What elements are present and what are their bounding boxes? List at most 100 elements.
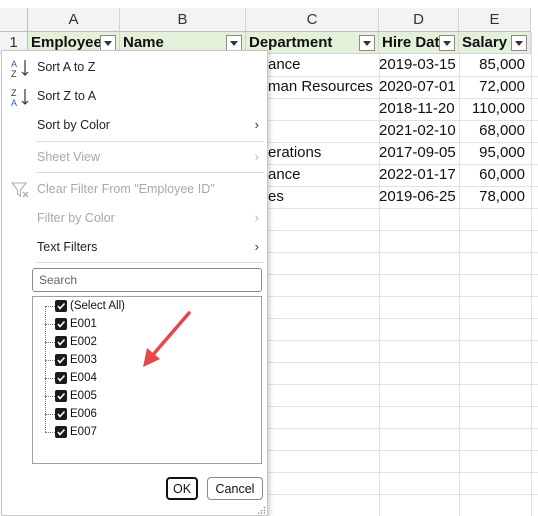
list-item-label: E002 [70,336,97,348]
tree-line [45,324,55,325]
list-item-label: (Select All) [70,300,125,312]
cell-hire-date[interactable]: 2021-02-10 [379,120,459,142]
list-item-label: E001 [70,318,97,330]
checkbox-checked[interactable] [55,318,67,330]
check-icon [57,338,66,346]
sort-z-to-a-item[interactable]: Z A Sort Z to A [2,82,267,110]
tree-line [45,360,55,361]
check-icon [57,428,66,436]
tree-line [45,306,55,307]
header-cell-hire-date[interactable]: Hire Date [379,32,459,54]
menu-separator [36,141,264,142]
filter-dropdown-button[interactable] [511,35,527,51]
cell-salary[interactable]: 72,000 [459,76,531,98]
sort-descending-icon: Z A [11,88,29,107]
chevron-down-icon [230,40,238,46]
cell-hire-date[interactable]: 2022-01-17 [379,164,459,186]
column-header-d[interactable]: D [379,8,459,32]
cell-department[interactable] [268,98,378,120]
menu-item-label: Clear Filter From "Employee ID" [37,182,215,196]
cell-department[interactable]: erations [268,142,378,164]
menu-item-label: Sort by Color [37,118,110,132]
cell-department[interactable]: ance [268,164,378,186]
clear-filter-icon [10,182,29,198]
chevron-right-icon: › [254,210,259,225]
checkbox-checked[interactable] [55,354,67,366]
chevron-down-icon [515,40,523,46]
chevron-right-icon: › [254,117,259,132]
resize-grip-icon[interactable] [258,506,266,514]
sort-a-to-z-item[interactable]: A Z Sort A to Z [2,53,267,81]
text-filters-item[interactable]: Text Filters › [2,233,267,261]
filter-dropdown-button[interactable] [439,35,455,51]
list-item-label: E003 [70,354,97,366]
list-item[interactable]: E006 [55,406,255,424]
svg-text:A: A [11,98,17,107]
filter-by-color-item: Filter by Color › [2,204,267,232]
cell-salary[interactable]: 60,000 [459,164,531,186]
autofilter-dropdown-panel: A Z Sort A to Z Z A Sort Z to A Sort by … [1,50,268,516]
filter-dropdown-button[interactable] [100,35,116,51]
cell-salary[interactable]: 68,000 [459,120,531,142]
cancel-button[interactable]: Cancel [207,477,263,500]
svg-text:Z: Z [11,88,17,98]
list-item[interactable]: E005 [55,388,255,406]
search-input[interactable] [32,268,262,292]
column-header-e[interactable]: E [459,8,531,32]
check-icon [57,302,66,310]
tree-line [45,378,55,379]
check-icon [57,356,66,364]
cell-hire-date[interactable]: 2019-03-15 [379,54,459,76]
column-header-b[interactable]: B [120,8,246,32]
tree-line [45,396,55,397]
header-cell-label: Salary [462,34,508,51]
menu-item-label: Sort A to Z [37,60,96,74]
cell-hire-date[interactable]: 2019-06-25 [379,186,459,208]
header-cell-salary[interactable]: Salary [459,32,531,54]
check-icon [57,392,66,400]
cell-salary[interactable]: 110,000 [459,98,531,120]
cell-department[interactable]: ance [268,54,378,76]
select-all-corner[interactable] [0,8,28,32]
list-item-label: E005 [70,390,97,402]
chevron-right-icon: › [254,239,259,254]
checkbox-checked[interactable] [55,300,67,312]
chevron-down-icon [443,40,451,46]
sheet-view-item: Sheet View › [2,143,267,171]
column-header-a[interactable]: A [28,8,120,32]
checkbox-checked[interactable] [55,426,67,438]
annotation-arrow [143,311,191,367]
cell-department[interactable]: man Resources [268,76,378,98]
cell-salary[interactable]: 78,000 [459,186,531,208]
menu-item-label: Text Filters [37,240,98,254]
list-item-label: E004 [70,372,97,384]
list-item-label: E006 [70,408,97,420]
chevron-down-icon [363,40,371,46]
list-item[interactable]: E007 [55,424,255,442]
list-item-label: E007 [70,426,97,438]
check-icon [57,374,66,382]
cell-department[interactable] [268,120,378,142]
checkbox-checked[interactable] [55,336,67,348]
cell-hire-date[interactable]: 2020-07-01 [379,76,459,98]
filter-dropdown-button[interactable] [226,35,242,51]
chevron-down-icon [104,40,112,46]
checkbox-checked[interactable] [55,408,67,420]
ok-button[interactable]: OK [166,477,198,500]
header-cell-label: Name [123,34,164,51]
checkbox-checked[interactable] [55,372,67,384]
check-icon [57,410,66,418]
cell-department[interactable]: es [268,186,378,208]
cell-salary[interactable]: 85,000 [459,54,531,76]
tree-line [45,342,55,343]
cell-hire-date[interactable]: 2017-09-05 [379,142,459,164]
svg-text:Z: Z [11,69,17,78]
sort-by-color-item[interactable]: Sort by Color › [2,111,267,139]
menu-separator [36,172,264,173]
column-header-c[interactable]: C [246,8,379,32]
filter-dropdown-button[interactable] [359,35,375,51]
cell-hire-date[interactable]: 2018-11-20 [379,98,459,120]
checkbox-checked[interactable] [55,390,67,402]
sort-ascending-icon: A Z [11,59,29,78]
cell-salary[interactable]: 95,000 [459,142,531,164]
